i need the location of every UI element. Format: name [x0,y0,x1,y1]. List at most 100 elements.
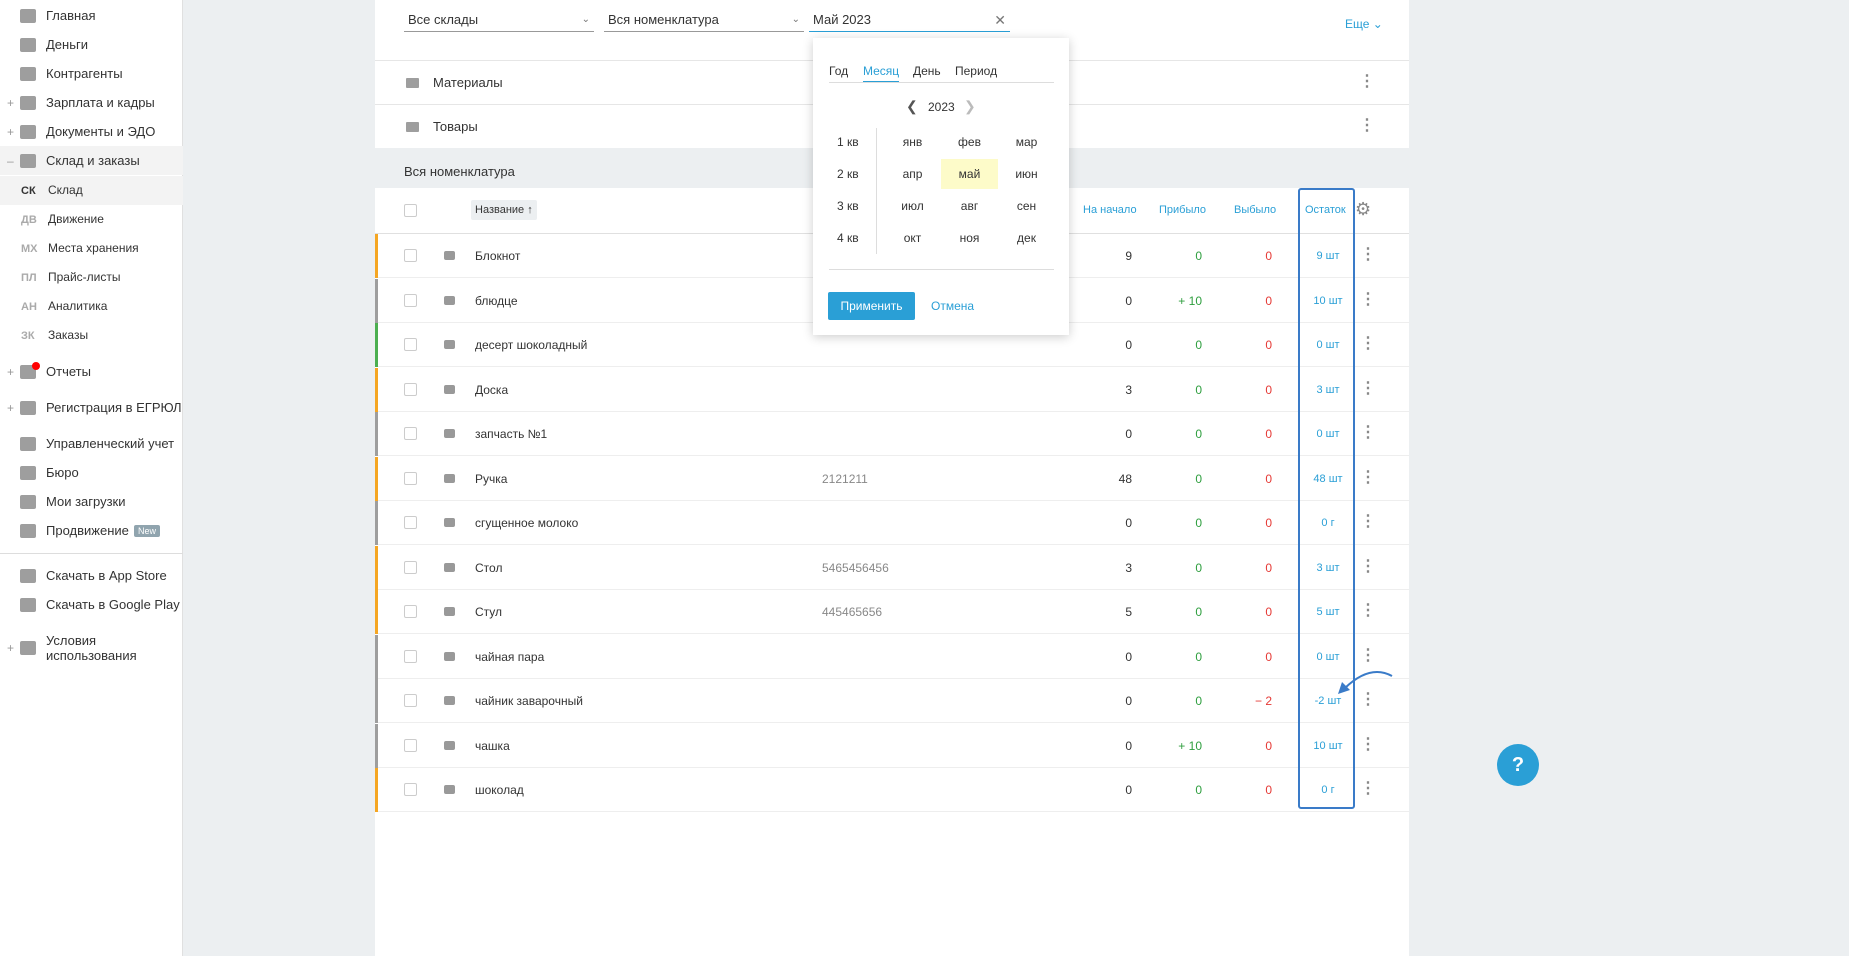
clear-icon[interactable]: ✕ [994,8,1006,32]
item-name[interactable]: Стол [475,561,502,575]
camera-icon[interactable] [444,562,455,572]
table-row[interactable]: Доска 3 0 0 3 шт ⋮ [375,367,1409,412]
more-vert-icon[interactable]: ⋮ [1360,603,1376,619]
quarter-option[interactable]: 4 кв [837,231,859,245]
quarter-option[interactable]: 1 кв [837,135,859,149]
expand-icon[interactable]: + [7,96,14,110]
more-vert-icon[interactable]: ⋮ [1359,74,1375,90]
more-vert-icon[interactable]: ⋮ [1360,647,1376,664]
column-start[interactable]: На начало [1083,204,1137,216]
item-name[interactable]: чайная пара [475,650,544,664]
camera-icon[interactable] [444,251,455,260]
month-option[interactable]: фев [941,127,998,157]
item-name[interactable]: Ручка [475,472,507,486]
apply-button[interactable]: Применить [828,292,915,320]
table-row[interactable]: шоколад 0 0 0 0 г ⋮ [375,768,1409,812]
quarter-option[interactable]: 2 кв [837,167,859,181]
item-name[interactable]: десерт шоколадный [475,338,587,352]
sidebar-item-main4[interactable]: + Документы и ЭДО [0,117,183,146]
row-checkbox[interactable] [404,516,417,529]
more-vert-icon[interactable]: ⋮ [1360,736,1376,753]
more-vert-icon[interactable]: ⋮ [1360,291,1376,308]
next-year-icon[interactable]: ❯ [964,98,976,115]
column-out[interactable]: Выбыло [1234,204,1276,216]
sidebar-item-sec5[interactable]: Продвижение New [0,516,183,545]
camera-icon[interactable] [444,340,455,349]
camera-icon[interactable] [444,607,455,616]
item-name[interactable]: Доска [475,383,508,397]
row-checkbox[interactable] [404,249,417,262]
sidebar-item-sec4[interactable]: Мои загрузки [0,487,183,516]
row-checkbox[interactable] [404,605,417,618]
row-checkbox[interactable] [404,783,417,796]
more-vert-icon[interactable]: ⋮ [1360,425,1376,441]
sidebar-subitem[interactable]: АН Аналитика [0,292,183,321]
table-row[interactable]: Стул 445465656 5 0 0 5 шт ⋮ [375,590,1409,634]
sidebar-item-main2[interactable]: Контрагенты [0,59,183,88]
cancel-button[interactable]: Отмена [931,299,974,313]
more-vert-icon[interactable]: ⋮ [1359,118,1375,134]
table-row[interactable]: запчасть №1 0 0 0 0 шт ⋮ [375,412,1409,456]
picker-tab[interactable]: Месяц [863,64,900,83]
item-name[interactable]: запчасть №1 [475,427,547,441]
item-name[interactable]: шоколад [475,783,524,797]
month-option[interactable]: янв [884,127,941,157]
table-row[interactable]: сгущенное молоко 0 0 0 0 г ⋮ [375,501,1409,545]
camera-icon[interactable] [444,696,455,705]
warehouse-select[interactable]: Все склады ⌄ [404,8,594,32]
picker-tab[interactable]: Год [829,64,848,78]
sidebar-item-main3[interactable]: + Зарплата и кадры [0,88,183,117]
table-row[interactable]: чайник заварочный 0 0 − 2 -2 шт ⋮ [375,679,1409,723]
item-name[interactable]: блюдце [475,294,518,308]
item-name[interactable]: Стул [475,605,502,619]
sidebar-subitem[interactable]: ПЛ Прайс-листы [0,263,183,292]
sidebar-item-app0[interactable]: Скачать в App Store [0,561,183,590]
month-option[interactable]: апр [884,159,941,189]
row-checkbox[interactable] [404,471,417,485]
month-option[interactable]: сен [998,191,1055,221]
column-name-sort[interactable]: Название ↑ [471,200,537,220]
table-row[interactable]: Стол 5465456456 3 0 0 3 шт ⋮ [375,545,1409,590]
expand-icon[interactable]: – [7,154,14,168]
camera-icon[interactable] [444,295,455,305]
select-all-checkbox[interactable] [404,204,417,217]
sidebar-item-app1[interactable]: Скачать в Google Play [0,590,183,619]
camera-icon[interactable] [444,384,455,394]
table-row[interactable]: чашка 0 + 10 0 10 шт ⋮ [375,723,1409,768]
sidebar-item-sec3[interactable]: Бюро [0,458,183,487]
camera-icon[interactable] [444,740,455,750]
month-option[interactable]: авг [941,191,998,221]
more-vert-icon[interactable]: ⋮ [1360,380,1376,397]
row-checkbox[interactable] [404,649,417,663]
camera-icon[interactable] [444,518,455,527]
camera-icon[interactable] [444,473,455,483]
month-option[interactable]: июн [998,159,1055,189]
item-name[interactable]: чайник заварочный [475,694,583,708]
row-checkbox[interactable] [404,293,417,307]
sidebar-item-app2[interactable]: + Условия использования [0,626,183,669]
camera-icon[interactable] [444,785,455,794]
sidebar-subitem[interactable]: ДВ Движение [0,205,183,234]
row-checkbox[interactable] [404,427,417,440]
more-vert-icon[interactable]: ⋮ [1360,781,1376,797]
expand-icon[interactable]: + [7,641,14,655]
month-option[interactable]: май [941,159,998,189]
nomenclature-select[interactable]: Вся номенклатура ⌄ [604,8,804,32]
picker-tab[interactable]: Период [955,64,997,78]
quarter-option[interactable]: 3 кв [837,199,859,213]
month-option[interactable]: окт [884,223,941,253]
more-button[interactable]: Еще ⌄ [1345,17,1383,31]
item-name[interactable]: Блокнот [475,249,520,263]
camera-icon[interactable] [444,651,455,661]
picker-tab[interactable]: День [913,64,941,78]
sidebar-item-sec0[interactable]: + Отчеты [0,357,183,386]
sidebar-item-main0[interactable]: Главная [0,1,183,30]
sidebar-item-main1[interactable]: Деньги [0,30,183,59]
row-checkbox[interactable] [404,738,417,752]
table-row[interactable]: Ручка 2121211 48 0 0 48 шт ⋮ [375,456,1409,501]
sidebar-subitem[interactable]: СК Склад [0,176,183,205]
item-name[interactable]: сгущенное молоко [475,516,578,530]
gear-icon[interactable]: ⚙ [1355,199,1371,220]
camera-icon[interactable] [444,429,455,438]
sidebar-item-main5[interactable]: – Склад и заказы [0,146,183,175]
